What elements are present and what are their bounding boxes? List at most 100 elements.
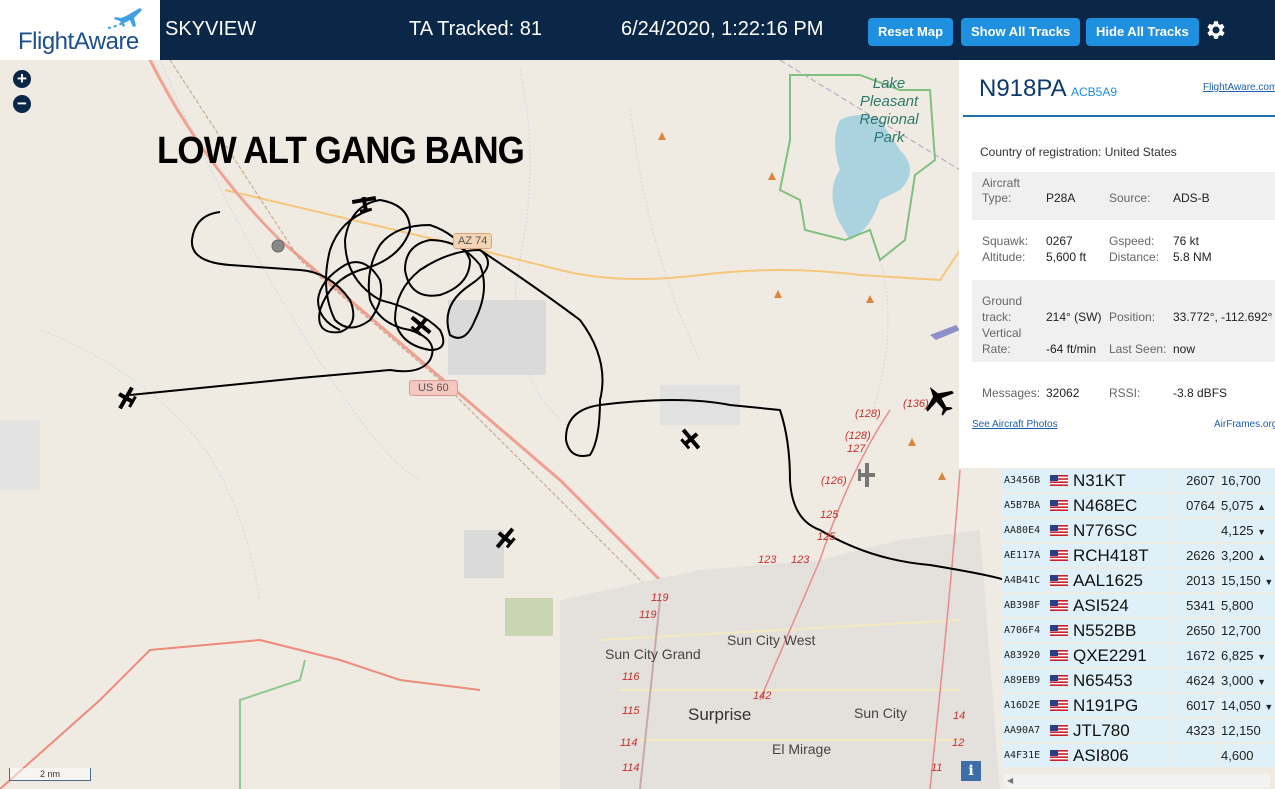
track-hex: AE117A <box>1002 544 1047 567</box>
track-altitude: 15,150 ▼ <box>1219 569 1275 592</box>
track-callsign: AAL1625 <box>1070 569 1170 592</box>
rssi-value: -3.8 dBFS <box>1173 386 1228 400</box>
flightaware-link[interactable]: FlightAware.com <box>1203 82 1275 93</box>
flightaware-logo[interactable]: FlightAware <box>0 0 160 60</box>
lake-label-line-2: Regional <box>859 111 919 128</box>
altitude-trend-icon: ▼ <box>1257 527 1267 537</box>
sun-city-label: Sun City <box>854 705 907 721</box>
altitude-trend-icon: ▼ <box>1264 577 1274 587</box>
info-button[interactable]: i <box>961 761 981 781</box>
us-flag-icon <box>1048 594 1069 617</box>
track-row[interactable]: A83920 QXE2291 1672 6,825 ▼ <box>1002 644 1275 668</box>
distance-label: Distance: <box>1109 250 1160 264</box>
aircraft-photos-link[interactable]: See Aircraft Photos <box>972 419 1058 430</box>
us-flag-icon <box>1048 744 1069 767</box>
track-row[interactable]: A5B7BA N468EC 0764 5,075 ▲ <box>1002 494 1275 518</box>
track-callsign: N468EC <box>1070 494 1170 517</box>
reset-map-button[interactable]: Reset Map <box>868 18 954 46</box>
plane-icon[interactable] <box>491 524 519 553</box>
track-squawk <box>1171 744 1218 767</box>
route-label: 114 <box>620 737 638 749</box>
track-altitude-value: 16,700 <box>1221 473 1261 488</box>
track-row[interactable]: A4F31E ASI806 4,600 <box>1002 744 1275 768</box>
route-label: 125 <box>820 509 839 521</box>
track-squawk: 2650 <box>1171 619 1218 642</box>
us-flag-icon <box>1048 669 1069 692</box>
track-altitude: 16,700 <box>1219 469 1275 492</box>
track-altitude: 3,200 ▲ <box>1219 544 1275 567</box>
track-row[interactable]: A706F4 N552BB 2650 12,700 <box>1002 619 1275 643</box>
zoom-in-button[interactable]: + <box>13 70 31 88</box>
route-label: (136) <box>903 398 929 410</box>
position-label: Position: <box>1109 310 1156 324</box>
track-hex: AA90A7 <box>1002 719 1047 742</box>
zoom-out-button[interactable]: − <box>13 95 31 113</box>
us-flag-icon <box>1048 544 1069 567</box>
map-annotation: LOW ALT GANG BANG <box>157 130 525 172</box>
track-row[interactable]: A16D2E N191PG 6017 14,050 ▼ <box>1002 694 1275 718</box>
last-seen-value: now <box>1173 342 1196 356</box>
route-label: 14 <box>953 710 966 722</box>
show-all-tracks-button[interactable]: Show All Tracks <box>961 18 1081 46</box>
track-altitude: 3,000 ▼ <box>1219 669 1275 692</box>
track-row[interactable]: A3456B N31KT 2607 16,700 <box>1002 469 1275 493</box>
plane-icon[interactable] <box>113 384 140 413</box>
route-label: 116 <box>622 671 640 683</box>
track-altitude-value: 5,075 <box>1221 498 1254 513</box>
track-squawk: 4624 <box>1171 669 1218 692</box>
track-row[interactable]: A89EB9 N65453 4624 3,000 ▼ <box>1002 669 1275 693</box>
track-row[interactable]: AA90A7 JTL780 4323 12,150 <box>1002 719 1275 743</box>
gspeed-label: Gspeed: <box>1109 234 1155 248</box>
plane-icon[interactable] <box>406 311 435 339</box>
track-row[interactable]: A4B41C AAL1625 2013 15,150 ▼ <box>1002 569 1275 593</box>
track-altitude-value: 3,200 <box>1221 548 1254 563</box>
scroll-left-icon[interactable]: ◀ <box>1007 776 1013 785</box>
type-label-line-1: Aircraft <box>982 176 1021 190</box>
track-altitude-value: 6,825 <box>1221 648 1254 663</box>
track-callsign: N191PG <box>1070 694 1170 717</box>
track-row[interactable]: AE117A RCH418T 2626 3,200 ▲ <box>1002 544 1275 568</box>
route-label: 12 <box>952 737 965 749</box>
lake-label-line-3: Park <box>873 129 905 146</box>
track-hex: A4B41C <box>1002 569 1047 592</box>
track-callsign: N776SC <box>1070 519 1170 542</box>
track-hex: A83920 <box>1002 644 1047 667</box>
table-scrollbar[interactable]: ◀ <box>1004 774 1270 788</box>
track-row[interactable]: AB398F ASI524 5341 5,800 <box>1002 594 1275 618</box>
tracked-count: TA Tracked: 81 <box>409 18 543 40</box>
vrate-label-line-2: Rate: <box>982 342 1011 356</box>
timestamp: 6/24/2020, 1:22:16 PM <box>621 18 824 40</box>
az74-shield: AZ 74 <box>453 233 493 249</box>
track-row[interactable]: AA80E4 N776SC 4,125 ▼ <box>1002 519 1275 543</box>
us-flag-icon <box>1048 494 1069 517</box>
tracks-table: A3456B N31KT 2607 16,700 A5B7BA N468EC 0764 5,… <box>1002 469 1275 771</box>
track-hex: A706F4 <box>1002 619 1047 642</box>
track-hex: A3456B <box>1002 469 1047 492</box>
distance-value: 5.8 NM <box>1173 250 1212 264</box>
position-value: 33.772°, -112.692° <box>1173 310 1273 324</box>
country-of-registration: Country of registration: United States <box>980 145 1177 159</box>
us60-shield: US 60 <box>409 380 458 396</box>
track-callsign: QXE2291 <box>1070 644 1170 667</box>
track-label-line-1: Ground <box>982 294 1023 308</box>
last-seen-label: Last Seen: <box>1109 342 1167 356</box>
track-squawk: 4323 <box>1171 719 1218 742</box>
airframes-link[interactable]: AirFrames.org <box>1214 419 1275 430</box>
track-hex: A4F31E <box>1002 744 1047 767</box>
altitude-trend-icon: ▲ <box>1257 552 1267 562</box>
scale-bar: 2 nm <box>9 768 91 781</box>
aircraft-hex[interactable]: ACB5A9 <box>1071 85 1117 99</box>
hide-all-tracks-button[interactable]: Hide All Tracks <box>1086 18 1199 46</box>
route-label: 119 <box>639 609 657 621</box>
plane-icon[interactable] <box>858 463 875 487</box>
us-flag-icon <box>1048 519 1069 542</box>
track-squawk: 2607 <box>1171 469 1218 492</box>
plane-icon[interactable] <box>351 195 378 214</box>
track-altitude: 4,125 ▼ <box>1219 519 1275 542</box>
track-value: 214° (SW) <box>1046 310 1102 324</box>
plane-icon[interactable] <box>676 425 704 454</box>
track-altitude: 5,075 ▲ <box>1219 494 1275 517</box>
gear-icon[interactable] <box>1203 18 1227 42</box>
lake-label-line-1: Lake Pleasant <box>859 75 919 110</box>
panel-divider <box>963 115 1275 117</box>
